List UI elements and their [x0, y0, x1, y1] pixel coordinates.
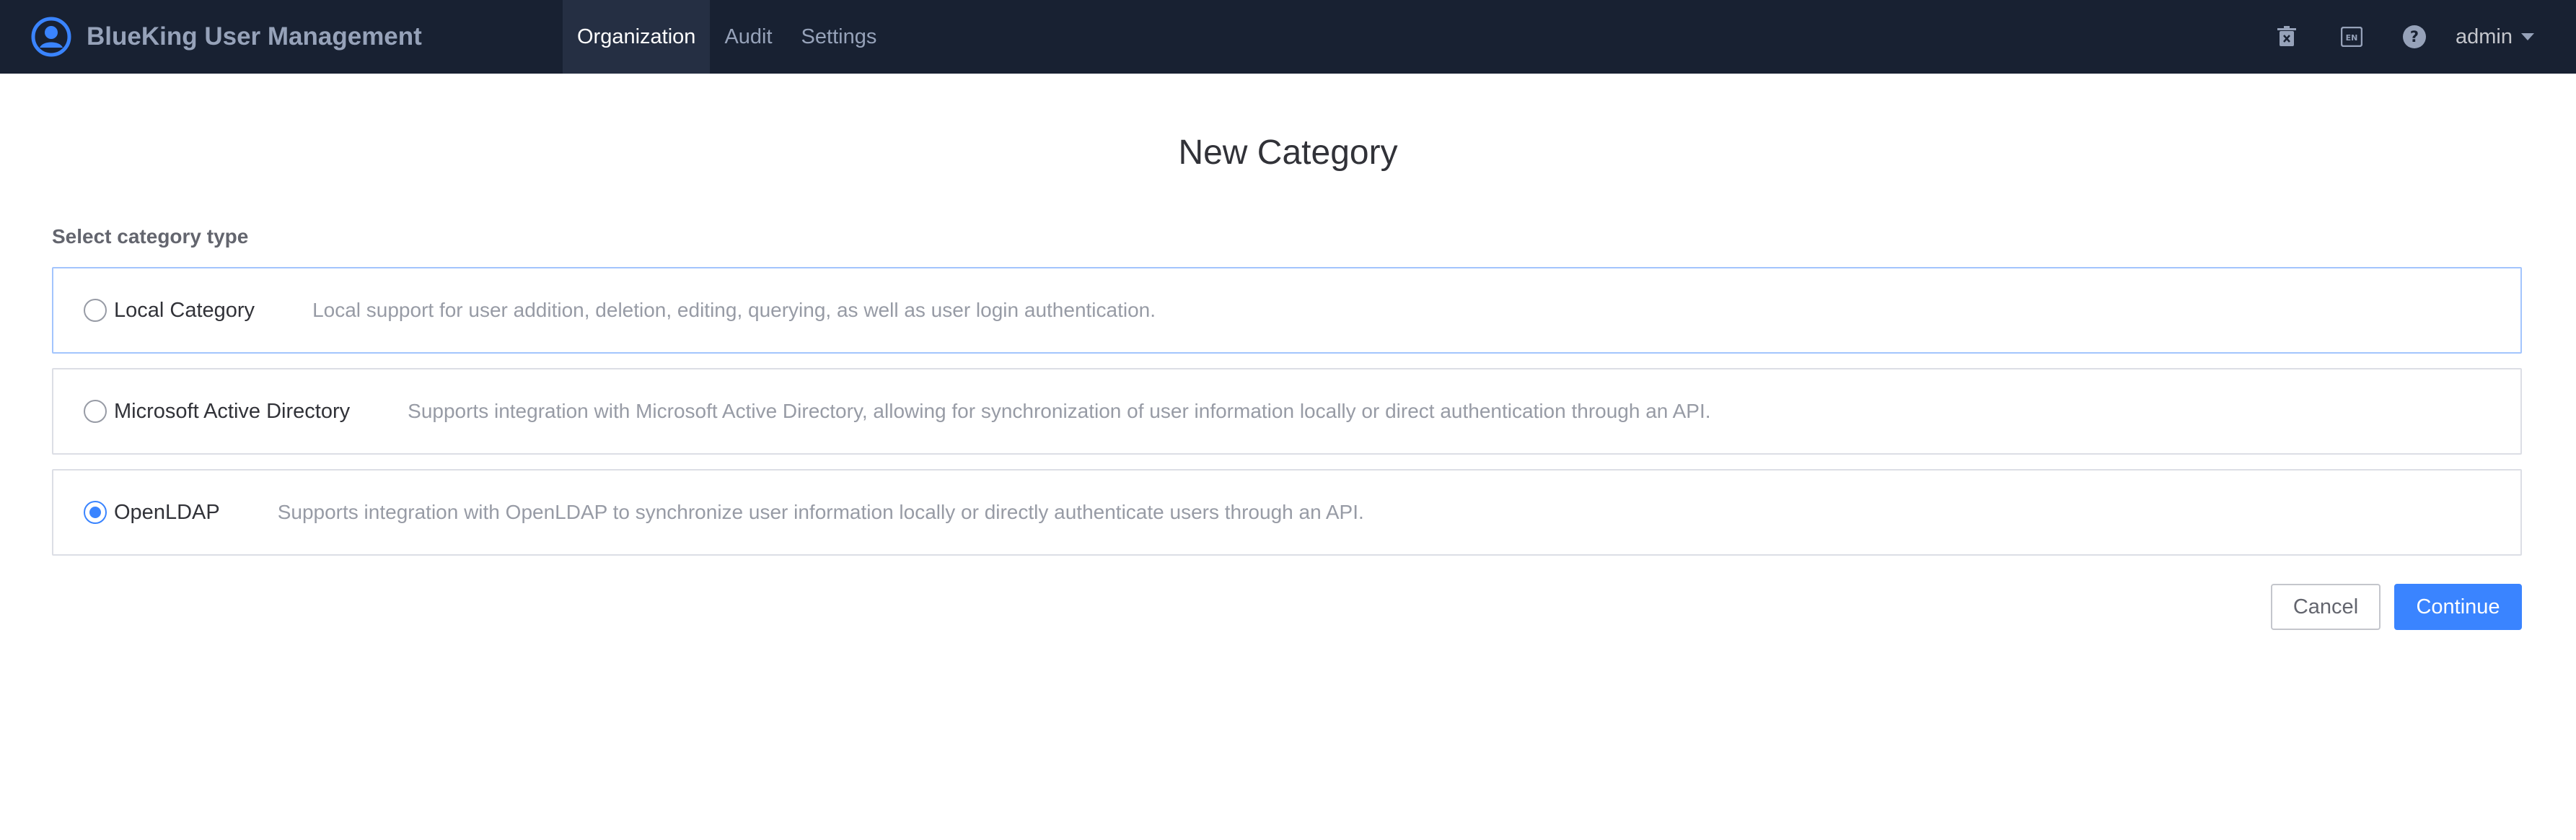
- option-label: OpenLDAP: [114, 500, 220, 524]
- brand[interactable]: BlueKing User Management: [30, 13, 422, 61]
- cancel-button[interactable]: Cancel: [2271, 584, 2381, 630]
- nav-item-settings[interactable]: Settings: [787, 0, 892, 74]
- user-menu[interactable]: admin: [2456, 0, 2534, 74]
- nav-item-audit[interactable]: Audit: [710, 0, 786, 74]
- main-nav: Organization Audit Settings: [563, 0, 891, 74]
- radio-local-category[interactable]: [84, 299, 107, 322]
- top-navigation-bar: BlueKing User Management Organization Au…: [0, 0, 2576, 74]
- help-icon[interactable]: ?: [2397, 19, 2432, 54]
- continue-button[interactable]: Continue: [2394, 584, 2522, 630]
- option-label: Microsoft Active Directory: [114, 399, 351, 423]
- page-title: New Category: [1178, 134, 1398, 172]
- language-icon[interactable]: EN: [2334, 19, 2369, 54]
- option-label: Local Category: [114, 298, 255, 322]
- svg-text:?: ?: [2410, 28, 2419, 45]
- option-microsoft-active-directory[interactable]: Microsoft Active Directory Supports inte…: [52, 368, 2522, 455]
- option-description: Local support for user addition, deletio…: [312, 299, 1156, 321]
- option-local-category[interactable]: Local Category Local support for user ad…: [52, 267, 2522, 354]
- radio-openldap[interactable]: [84, 501, 107, 524]
- recycle-bin-icon[interactable]: [2269, 19, 2304, 54]
- option-openldap[interactable]: OpenLDAP Supports integration with OpenL…: [52, 469, 2522, 556]
- user-name: admin: [2456, 25, 2513, 48]
- nav-item-organization[interactable]: Organization: [563, 0, 711, 74]
- option-description: Supports integration with OpenLDAP to sy…: [277, 501, 1364, 523]
- option-description: Supports integration with Microsoft Acti…: [408, 400, 1711, 422]
- caret-down-icon: [2521, 33, 2534, 40]
- app-name: BlueKing User Management: [87, 22, 422, 51]
- section-label: Select category type: [52, 225, 249, 248]
- user-management-logo-icon: [31, 17, 71, 57]
- radio-microsoft-active-directory[interactable]: [84, 400, 107, 423]
- svg-text:EN: EN: [2346, 33, 2358, 43]
